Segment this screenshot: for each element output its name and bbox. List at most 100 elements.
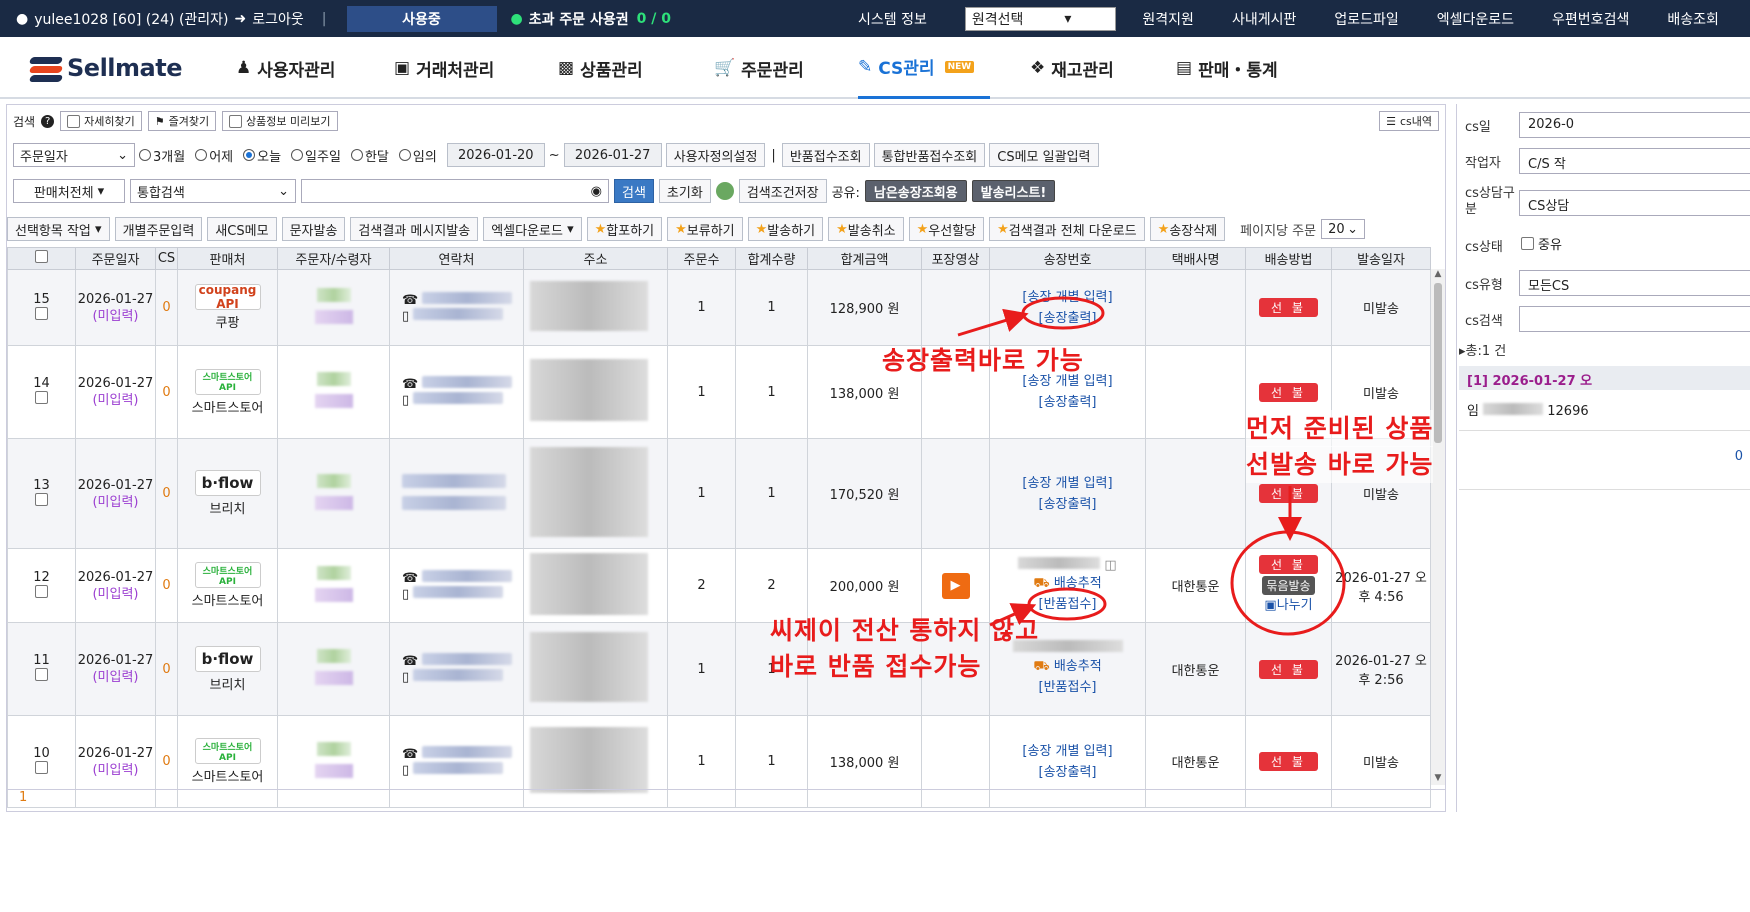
table-row[interactable]: 12 2026-01-27 (미입력) 0 스마트스토어 API 스마트스토어 ☎ … <box>7 548 1431 623</box>
cs-entry-header[interactable]: [1] 2026-01-27 오 <box>1459 366 1750 390</box>
cancel-ship-button[interactable]: ★ 발송취소 <box>828 217 904 241</box>
scroll-down-icon[interactable]: ▼ <box>1431 773 1445 783</box>
worker-select[interactable]: C/S 작 <box>1519 148 1750 174</box>
cs-search-input[interactable] <box>1519 306 1750 332</box>
cs-date-input[interactable]: 2026-0 <box>1519 112 1750 138</box>
logo[interactable]: Sellmate <box>28 51 182 85</box>
cs-type-select[interactable]: 모든CS <box>1519 270 1750 296</box>
share-ship-list[interactable]: 발송리스트! <box>971 180 1056 202</box>
search-type-select[interactable]: 통합검색 ⌄ <box>130 179 296 203</box>
new-cs-memo-button[interactable]: 새CS메모 <box>207 217 277 241</box>
per-page-select[interactable]: 20 ⌄ <box>1321 219 1366 239</box>
return-link[interactable]: [반품접수] <box>990 677 1145 698</box>
nav-stock-mgmt[interactable]: ❖ 재고관리 <box>1030 37 1114 99</box>
nav-sales-stats[interactable]: ▤ 판매・통계 <box>1176 37 1278 99</box>
tracking-link[interactable]: ⛟ 배송추적 <box>990 656 1145 677</box>
cs-entry-row[interactable]: 임 12696 <box>1459 392 1750 428</box>
row-checkbox[interactable] <box>35 584 48 598</box>
cs-count[interactable]: 0 <box>155 438 178 549</box>
menu-system-info[interactable]: 시스템 정보 <box>858 9 927 29</box>
ship-button[interactable]: ★ 발송하기 <box>747 217 824 241</box>
priority-button[interactable]: ★ 우선할당 <box>908 217 985 241</box>
all-download-button[interactable]: ★ 검색결과 전체 다운로드 <box>989 217 1145 241</box>
cs-memo-batch-button[interactable]: CS메모 일괄입력 <box>989 143 1099 167</box>
logout-icon[interactable]: ➜ <box>235 11 247 27</box>
nav-product-mgmt[interactable]: ▩ 상품관리 <box>558 37 643 99</box>
table-row[interactable]: 13 2026-01-27 (미입력) 0 b·flow 브리치 1 1 170,5… <box>7 438 1431 549</box>
invoice-print-link[interactable]: [송장출력] <box>990 308 1145 329</box>
hold-button[interactable]: ★ 보류하기 <box>667 217 743 241</box>
cs-history-button[interactable]: ☰ cs내역 <box>1379 111 1439 131</box>
invoice-input-link[interactable]: [송장 개별 입력] <box>990 287 1145 308</box>
period-week[interactable]: 일주일 <box>291 146 341 165</box>
menu-zipcode[interactable]: 우편번호검색 <box>1552 9 1629 29</box>
user-setting-button[interactable]: 사용자정의설정 <box>665 143 766 167</box>
period-today[interactable]: 오늘 <box>243 146 281 165</box>
header-checkbox[interactable] <box>7 247 76 270</box>
invoice-input-link[interactable]: [송장 개별 입력] <box>990 473 1145 494</box>
sms-button[interactable]: 문자발송 <box>281 217 346 241</box>
tracking-link[interactable]: ⛟ 배송추적 <box>990 573 1145 594</box>
period-custom[interactable]: 임의 <box>398 146 437 165</box>
cs-count[interactable]: 0 <box>155 345 178 439</box>
menu-upload[interactable]: 업로드파일 <box>1334 9 1398 29</box>
cs-status-checkbox[interactable]: 중유 <box>1521 234 1562 253</box>
invoice-print-link[interactable]: [송장출력] <box>990 762 1145 783</box>
refresh-icon[interactable] <box>715 182 734 200</box>
help-icon[interactable]: ? <box>41 114 55 128</box>
return-search-button[interactable]: 반품접수조회 <box>781 143 870 167</box>
combine-button[interactable]: ★ 합포하기 <box>586 217 663 241</box>
scroll-up-icon[interactable]: ▲ <box>1431 269 1445 279</box>
invoice-print-link[interactable]: [송장출력] <box>990 494 1145 515</box>
page-1[interactable]: 1 <box>19 790 27 805</box>
search-message-button[interactable]: 검색결과 메시지발송 <box>350 217 479 241</box>
product-preview-toggle[interactable]: 상품정보 미리보기 <box>222 111 338 131</box>
row-checkbox[interactable] <box>35 668 48 681</box>
select-action-dropdown[interactable]: 선택항목 작업 ▾ <box>7 217 110 241</box>
nav-client-mgmt[interactable]: ▣ 거래처관리 <box>394 37 494 99</box>
save-condition-button[interactable]: 검색조건저장 <box>738 179 827 203</box>
date-to-input[interactable]: 2026-01-27 <box>563 143 662 167</box>
logout-link[interactable]: 로그아웃 <box>252 9 304 29</box>
menu-delivery[interactable]: 배송조회 <box>1667 9 1719 29</box>
cs-count[interactable]: 0 <box>155 622 178 716</box>
period-yesterday[interactable]: 어제 <box>195 146 233 165</box>
table-row[interactable]: 14 2026-01-27 (미입력) 0 스마트스토어 API 스마트스토어 ☎ … <box>7 345 1431 439</box>
nav-user-mgmt[interactable]: ♟ 사용자관리 <box>236 37 335 99</box>
date-type-select[interactable]: 주문일자 ⌄ <box>13 143 135 167</box>
period-3month[interactable]: 3개월 <box>139 146 185 165</box>
favorite-button[interactable]: ⚑ 즐겨찾기 <box>147 111 217 131</box>
detail-search-toggle[interactable]: 자세히찾기 <box>60 111 142 131</box>
reset-button[interactable]: 초기화 <box>658 179 711 203</box>
remote-select[interactable]: 원격선택 ▾ <box>964 6 1117 31</box>
row-checkbox[interactable] <box>35 492 48 506</box>
date-from-input[interactable]: 2026-01-20 <box>446 143 545 167</box>
menu-board[interactable]: 사내게시판 <box>1232 9 1296 29</box>
row-checkbox[interactable] <box>35 306 48 320</box>
individual-order-button[interactable]: 개별주문입력 <box>114 217 203 241</box>
cs-count[interactable]: 0 <box>155 548 178 623</box>
delete-invoice-button[interactable]: ★ 송장삭제 <box>1149 217 1226 241</box>
invoice-print-link[interactable]: [송장출력] <box>990 392 1145 413</box>
cs-category-select[interactable]: CS상담 <box>1519 190 1750 216</box>
cs-entry-detail[interactable]: 0 <box>1459 430 1750 490</box>
seller-select[interactable]: 판매처전체 ▾ <box>13 179 125 203</box>
integrated-return-button[interactable]: 통합반품접수조회 <box>873 143 986 167</box>
search-button[interactable]: 검색 <box>614 179 654 203</box>
nav-order-mgmt[interactable]: 🛒 주문관리 <box>714 37 804 99</box>
split-link[interactable]: ▣나누기 <box>1246 595 1331 616</box>
menu-remote-support[interactable]: 원격지원 <box>1142 9 1194 29</box>
share-remaining-invoice[interactable]: 남은송장조회용 <box>864 180 967 202</box>
period-month[interactable]: 한달 <box>350 146 389 165</box>
scroll-thumb[interactable] <box>1434 283 1442 443</box>
cs-count[interactable]: 0 <box>155 269 178 346</box>
table-row[interactable]: 11 2026-01-27 (미입력) 0 b·flow 브리치 ☎ ▯ 1 1 ⛟… <box>7 622 1431 716</box>
barcode-icon[interactable]: ◫ <box>1104 558 1116 573</box>
play-icon[interactable]: ▶ <box>941 572 970 599</box>
table-scrollbar[interactable]: ▲ ▼ <box>1431 269 1445 785</box>
row-checkbox[interactable] <box>35 760 48 774</box>
table-row[interactable]: 15 2026-01-27 (미입력) 0 coupang API 쿠팡 ☎ ▯ 1… <box>7 269 1431 346</box>
search-input[interactable]: ◉ <box>301 179 609 203</box>
row-checkbox[interactable] <box>35 391 48 404</box>
menu-excel[interactable]: 엑셀다운로드 <box>1437 9 1514 29</box>
